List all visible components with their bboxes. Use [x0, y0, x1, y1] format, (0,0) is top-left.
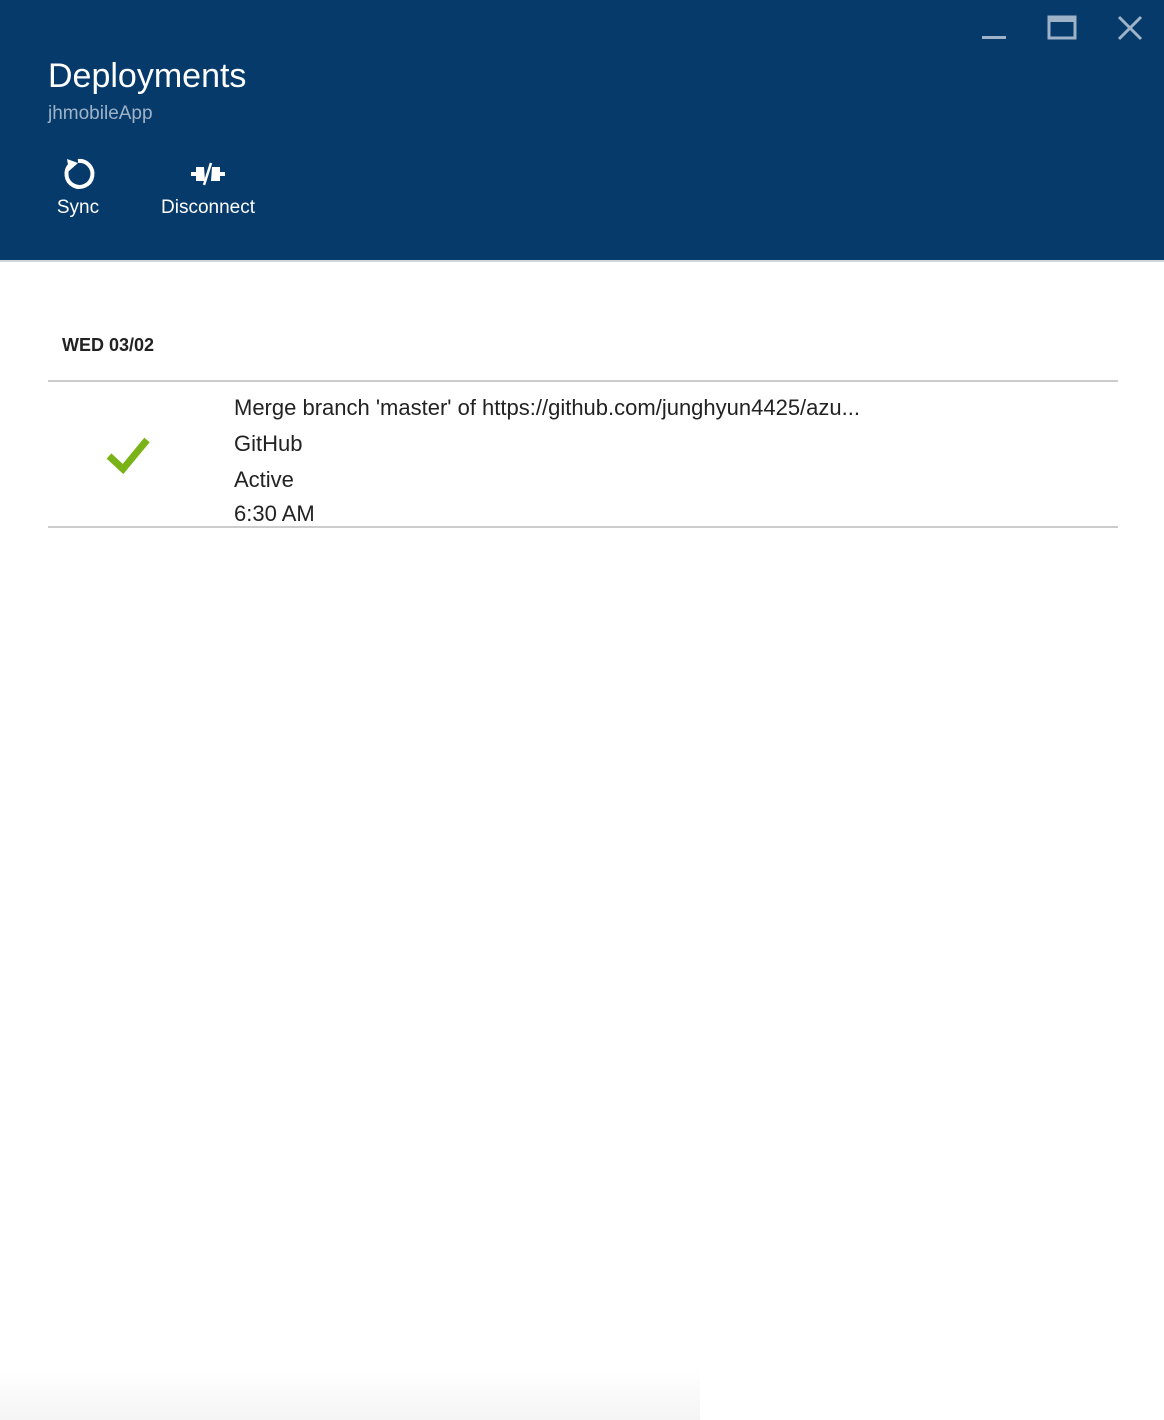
deployments-blade: Deployments jhmobileApp Sync Disconnect … — [0, 0, 1164, 1420]
close-icon — [1117, 15, 1143, 41]
blade-header: Deployments jhmobileApp Sync Disconnect — [0, 0, 1164, 262]
bottom-shadow — [0, 1370, 700, 1420]
minimize-icon — [982, 36, 1006, 39]
window-controls — [946, 12, 1150, 44]
blade-title: Deployments — [48, 57, 247, 95]
disconnect-button[interactable]: Disconnect — [153, 152, 263, 220]
maximize-icon — [1047, 15, 1077, 40]
sync-button[interactable]: Sync — [28, 152, 128, 220]
sync-label: Sync — [56, 197, 100, 218]
deployment-source: GitHub — [234, 431, 303, 456]
deployment-list: Merge branch 'master' of https://github.… — [48, 380, 1118, 528]
minimize-button[interactable] — [974, 12, 1014, 44]
checkmark-icon — [106, 436, 150, 476]
deployment-message: Merge branch 'master' of https://github.… — [234, 395, 860, 420]
close-button[interactable] — [1110, 12, 1150, 44]
maximize-button[interactable] — [1042, 12, 1082, 44]
deployment-details: Merge branch 'master' of https://github.… — [234, 390, 860, 530]
command-bar: Sync Disconnect — [48, 152, 293, 220]
deployment-time: 6:30 AM — [234, 501, 315, 526]
deployment-state: Active — [234, 467, 294, 492]
refresh-icon — [58, 152, 98, 196]
blade-subtitle: jhmobileApp — [48, 103, 153, 124]
deployment-date-group: WED 03/02 — [62, 335, 155, 355]
deployment-row[interactable]: Merge branch 'master' of https://github.… — [48, 382, 1118, 528]
disconnect-label: Disconnect — [161, 197, 255, 218]
disconnect-plug-icon — [188, 152, 228, 196]
